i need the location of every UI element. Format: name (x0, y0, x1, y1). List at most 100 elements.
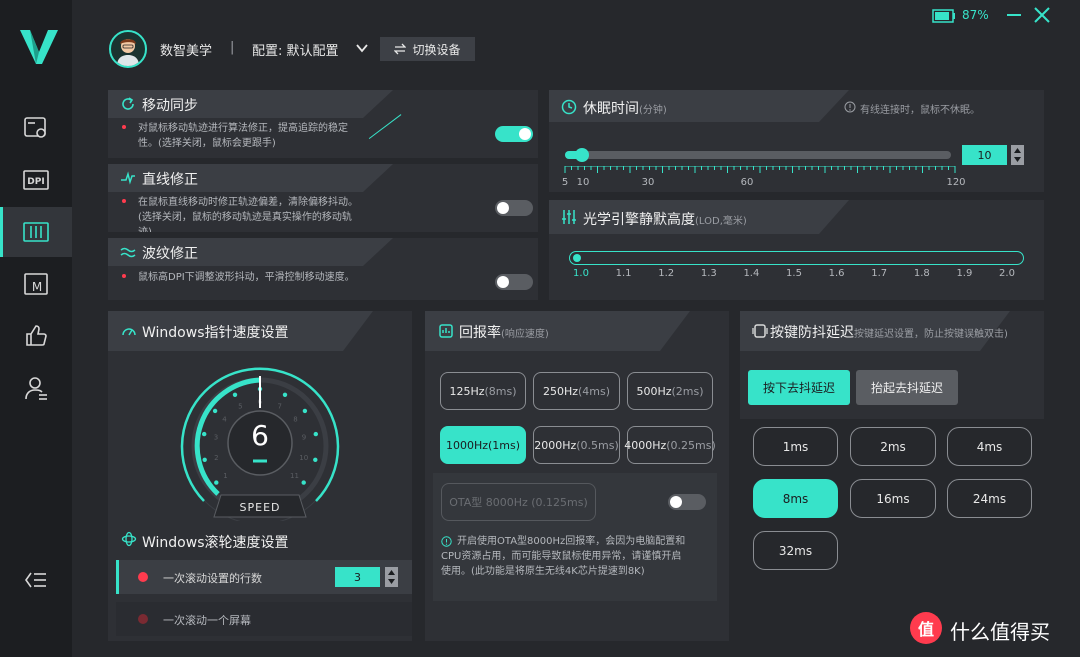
ripple-correct-desc: 鼠标高DPI下调整波形抖动，平滑控制移动速度。 (138, 272, 355, 283)
polling-option-4000[interactable]: 4000Hz (0.25ms) (624, 426, 716, 464)
ota-section: OTA型 8000Hz (0.125ms) 开启使用OTA型8000Hz回报率，… (433, 473, 717, 601)
wheel-lines-stepper[interactable] (385, 567, 398, 587)
sleep-ruler (563, 166, 958, 173)
radio-unselected[interactable] (138, 614, 148, 624)
debounce-option-8ms[interactable]: 8ms (753, 479, 838, 518)
swap-arrows-icon (394, 43, 407, 55)
lod-slider-thumb[interactable] (573, 254, 581, 262)
dial-number: 5 (238, 403, 242, 411)
option-main: 1000Hz (445, 438, 488, 452)
option-sub: (0.5ms) (576, 438, 619, 452)
chevron-down-icon (356, 44, 368, 53)
debounce-option-1ms[interactable]: 1ms (753, 427, 838, 466)
sidebar-item-graphics[interactable] (0, 103, 72, 153)
close-button[interactable] (1034, 7, 1050, 23)
tab-press-debounce[interactable]: 按下去抖延迟 (748, 370, 850, 405)
polling-unit: (响应速度) (501, 329, 549, 340)
dial-dot (214, 480, 219, 485)
debounce-option-16ms[interactable]: 16ms (850, 479, 936, 518)
ripple-icon (120, 247, 136, 258)
debounce-unit: 按键延迟设置，防止按键误触双击) (854, 329, 1008, 340)
dpi-icon: DPI (23, 170, 49, 190)
sleep-tick: 60 (740, 177, 754, 188)
svg-text:DPI: DPI (27, 177, 44, 187)
motion-sync-title: 移动同步 (142, 98, 198, 114)
wheel-lines-row[interactable]: 一次滚动设置的行数 3 (116, 560, 412, 594)
debounce-option-24ms[interactable]: 24ms (947, 479, 1032, 518)
ota-note-2: CPU资源占用，而可能导致鼠标使用异常，请谨慎开启 (441, 551, 682, 562)
ripple-correct-toggle[interactable] (495, 274, 533, 290)
polling-icon (439, 324, 453, 338)
option-main: 125Hz (449, 384, 485, 398)
option-main: 4000Hz (624, 438, 667, 452)
sidebar-item-like[interactable] (0, 311, 72, 361)
line-correct-toggle[interactable] (495, 200, 533, 216)
sleep-panel: 休眠时间(分钟) 有线连接时，鼠标不休眠。 5 10 30 60 120 10 (549, 90, 1044, 192)
dial-number: 7 (277, 403, 281, 411)
debounce-panel: 按键防抖延迟按键延迟设置，防止按键误触双击) 按下去抖延迟 抬起去抖延迟 1ms… (740, 311, 1044, 641)
motion-sync-toggle[interactable] (495, 126, 533, 142)
avatar[interactable] (109, 30, 147, 68)
bullet-dot (122, 199, 126, 203)
motion-sync-desc-2: 性。(选择关闭，鼠标会更跟手) (138, 138, 276, 149)
line-correct-desc-3: 迹) (138, 225, 152, 232)
debounce-option-32ms[interactable]: 32ms (753, 531, 838, 570)
watermark-logo: 值 (910, 612, 942, 644)
ota-toggle[interactable] (668, 494, 706, 510)
battery-icon (932, 8, 956, 27)
pointer-title: Windows指针速度设置 (142, 325, 289, 341)
option-sub: (0.25ms) (666, 438, 716, 452)
dial-number: 11 (290, 472, 299, 480)
collapse-sidebar-button[interactable] (0, 555, 72, 605)
lod-panel: 光学引擎静默高度(LOD,毫米) 1.0 1.1 1.2 1.3 1.4 1.5 1.6 1.… (549, 200, 1044, 300)
switch-device-button[interactable]: 切换设备 (380, 37, 475, 61)
dial-number: 10 (299, 454, 308, 462)
sliders-icon (562, 210, 576, 224)
polling-option-2000[interactable]: 2000Hz (0.5ms) (533, 426, 620, 464)
sleep-stepper[interactable] (1011, 145, 1024, 165)
dial-dot (301, 480, 306, 485)
lod-tick: 1.7 (871, 268, 888, 279)
polling-option-250[interactable]: 250Hz (4ms) (533, 372, 620, 410)
wheel-lines-input[interactable]: 3 (335, 567, 380, 587)
sleep-value-input[interactable]: 10 (962, 145, 1007, 165)
watermark-text: 什么值得买 (950, 620, 1050, 644)
debounce-title: 按键防抖延迟按键延迟设置，防止按键误触双击) (770, 322, 1008, 342)
tab-release-debounce[interactable]: 抬起去抖延迟 (856, 370, 958, 405)
sleep-slider-thumb[interactable] (575, 148, 589, 162)
lod-tick: 1.8 (913, 268, 930, 279)
sidebar-item-macro[interactable]: M (0, 259, 72, 309)
minimize-icon (1007, 14, 1021, 16)
sleep-slider-track[interactable] (565, 148, 951, 162)
lod-tick: 1.1 (615, 268, 632, 279)
wheel-screen-row[interactable]: 一次滚动一个屏幕 (116, 602, 412, 636)
debounce-option-4ms[interactable]: 4ms (947, 427, 1032, 466)
polling-option-1000[interactable]: 1000Hz (1ms) (440, 426, 526, 464)
sleep-tick: 30 (641, 177, 655, 188)
sidebar-item-account[interactable] (0, 363, 72, 413)
line-correct-desc-2: (选择关闭，鼠标的移动轨迹是真实操作的移动轨 (138, 212, 352, 223)
polling-option-125[interactable]: 125Hz (8ms) (440, 372, 526, 410)
minimize-button[interactable] (1006, 7, 1022, 23)
lod-slider-track[interactable] (569, 251, 1024, 265)
debounce-option-2ms[interactable]: 2ms (850, 427, 936, 466)
user-name: 数智美学 (160, 44, 213, 59)
config-dropdown[interactable] (354, 40, 370, 60)
ota-8000-button[interactable]: OTA型 8000Hz (0.125ms) (441, 483, 596, 521)
polling-panel: 回报率(响应速度) 125Hz (8ms) 250Hz (4ms) 500Hz (2m… (425, 311, 729, 641)
dial-dot (313, 457, 318, 462)
lod-unit: (LOD,毫米) (695, 216, 747, 227)
lod-tick: 1.3 (700, 268, 717, 279)
option-main: 2000Hz (534, 438, 577, 452)
sleep-tick: 10 (576, 177, 590, 188)
dial-dot (302, 408, 308, 414)
dial-dot (202, 457, 207, 462)
radio-selected[interactable] (138, 572, 148, 582)
line-correct-panel: 直线修正 在鼠标直线移动时修正轨迹偏差，清除偏移抖动。 (选择关闭，鼠标的移动轨… (108, 164, 538, 232)
sidebar-item-performance[interactable] (0, 207, 72, 257)
active-indicator (116, 560, 119, 594)
polling-option-500[interactable]: 500Hz (2ms) (627, 372, 713, 410)
sidebar-item-dpi[interactable]: DPI (0, 155, 72, 205)
bullet-dot (122, 125, 126, 129)
bullet-dot (122, 274, 126, 278)
